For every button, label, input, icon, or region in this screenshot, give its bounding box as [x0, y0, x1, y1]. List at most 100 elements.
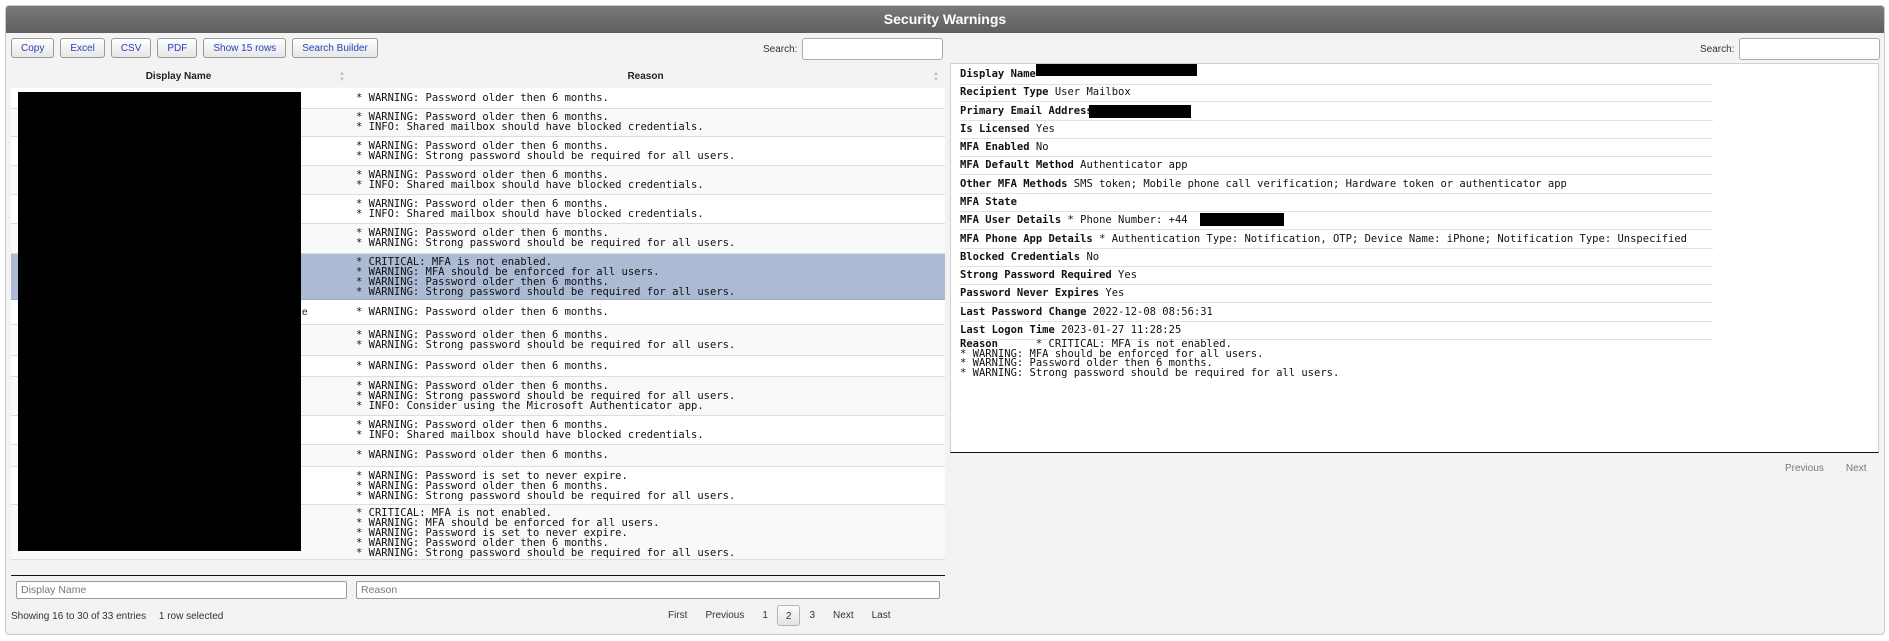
- detail-value: 2022-12-08 08:56:31: [1092, 306, 1213, 318]
- detail-value: 2023-01-27 11:28:25: [1061, 324, 1182, 336]
- detail-key: Other MFA Methods: [960, 178, 1068, 190]
- detail-key: Password Never Expires: [960, 287, 1100, 299]
- detail-search: Search:: [1700, 38, 1881, 60]
- detail-row-is-licensed: Is Licensed Yes: [960, 121, 1713, 139]
- detail-row-recipient-type: Recipient Type User Mailbox: [960, 84, 1713, 102]
- table-search: Search:: [763, 38, 944, 60]
- detail-row-primary-email: Primary Email Address: [960, 102, 1713, 121]
- reason-cell: * WARNING: Password older then 6 months.…: [356, 169, 704, 191]
- reason-cell: * WARNING: Password older then 6 months.: [356, 306, 609, 318]
- reason-cell: * WARNING: Password older then 6 months.…: [356, 140, 736, 162]
- detail-key: MFA Enabled: [960, 141, 1030, 153]
- sort-icon[interactable]: ▲ ▼: [933, 71, 939, 83]
- selection-info: 1 row selected: [158, 611, 224, 622]
- detail-row-blocked-credentials: Blocked Credentials No: [960, 249, 1713, 267]
- reason-cell: * WARNING: Password older then 6 months.…: [356, 227, 736, 249]
- detail-key: MFA State: [960, 196, 1017, 208]
- table-search-label: Search:: [763, 43, 798, 55]
- detail-value: Authenticator app: [1080, 159, 1188, 171]
- detail-value: * Phone Number: +44: [1067, 214, 1188, 226]
- table-footer: [11, 575, 945, 599]
- detail-key: Primary Email Address: [960, 105, 1093, 117]
- detail-key: Blocked Credentials: [960, 251, 1081, 263]
- detail-reason-value: * CRITICAL: MFA is not enabled. * WARNIN…: [960, 338, 1340, 379]
- detail-pagination: Previous Next: [1774, 463, 1877, 474]
- detail-key: MFA User Details: [960, 214, 1062, 226]
- pdf-button[interactable]: PDF: [157, 38, 198, 58]
- previous-page-button[interactable]: Previous: [696, 605, 753, 626]
- copy-button[interactable]: Copy: [11, 38, 55, 58]
- entries-info: Showing 16 to 30 of 33 entries: [11, 611, 147, 622]
- reason-cell: * WARNING: Password older then 6 months.: [356, 360, 609, 372]
- detail-key: Last Password Change: [960, 306, 1087, 318]
- detail-key: MFA Default Method: [960, 159, 1074, 171]
- excel-button[interactable]: Excel: [60, 38, 105, 58]
- page-3-button[interactable]: 3: [800, 605, 824, 626]
- reason-cell: * WARNING: Password older then 6 months.…: [356, 111, 704, 133]
- detail-key: Recipient Type: [960, 86, 1049, 98]
- search-builder-button[interactable]: Search Builder: [292, 38, 378, 58]
- display-name-filter-input[interactable]: [16, 581, 347, 599]
- detail-key: Last Logon Time: [960, 324, 1055, 336]
- table-pagination: First Previous 1 2 3 Next Last: [659, 605, 900, 626]
- detail-value: * Authentication Type: Notification, OTP…: [1099, 233, 1687, 245]
- detail-row-mfa-enabled: MFA Enabled No: [960, 139, 1713, 157]
- show-rows-button[interactable]: Show 15 rows: [203, 38, 287, 58]
- csv-button[interactable]: CSV: [110, 38, 152, 58]
- detail-value: No: [1086, 251, 1100, 263]
- table-info: Showing 16 to 30 of 33 entries 1 row sel…: [11, 611, 223, 622]
- detail-row-other-mfa-methods: Other MFA Methods SMS token; Mobile phon…: [960, 175, 1713, 194]
- page-2-button[interactable]: 2: [776, 605, 801, 626]
- detail-row-mfa-default-method: MFA Default Method Authenticator app: [960, 157, 1713, 175]
- sort-icon[interactable]: ▲ ▼: [339, 71, 345, 83]
- detail-row-password-never-expires: Password Never Expires Yes: [960, 285, 1713, 303]
- detail-value: Yes: [1035, 123, 1055, 135]
- detail-value: Yes: [1105, 287, 1125, 299]
- detail-row-mfa-phone-app-details: MFA Phone App Details * Authentication T…: [960, 230, 1713, 249]
- reason-cell: * WARNING: Password older then 6 months.: [356, 92, 609, 104]
- table-header: Display Name ▲ ▼ Reason ▲ ▼: [11, 67, 945, 89]
- redacted-phone-number: [1200, 213, 1284, 226]
- window-title: Security Warnings: [6, 6, 1884, 33]
- reason-cell: * CRITICAL: MFA is not enabled. * WARNIN…: [356, 256, 736, 298]
- detail-row-strong-password-required: Strong Password Required Yes: [960, 267, 1713, 285]
- detail-row-reason: Reason * CRITICAL: MFA is not enabled. *…: [960, 338, 1340, 379]
- reason-filter-input[interactable]: [356, 581, 940, 599]
- detail-next-button[interactable]: Next: [1835, 463, 1878, 474]
- detail-value: No: [1035, 141, 1049, 153]
- detail-row-last-password-change: Last Password Change 2022-12-08 08:56:31: [960, 303, 1713, 322]
- column-header-label: Reason: [627, 71, 664, 82]
- detail-key: Display Name: [960, 68, 1036, 80]
- redacted-email: [1089, 105, 1191, 118]
- detail-row-mfa-state: MFA State: [960, 194, 1713, 212]
- reason-cell: * WARNING: Password older then 6 months.: [356, 449, 609, 461]
- table-search-input[interactable]: [802, 38, 944, 60]
- last-page-button[interactable]: Last: [863, 605, 900, 626]
- column-header-reason[interactable]: Reason: [346, 67, 945, 88]
- column-header-display-name[interactable]: Display Name: [11, 67, 346, 88]
- reason-cell: * WARNING: Password older then 6 months.…: [356, 198, 704, 220]
- detail-search-input[interactable]: [1739, 38, 1881, 60]
- detail-key: Is Licensed: [960, 123, 1030, 135]
- detail-row-mfa-user-details: MFA User Details * Phone Number: +44: [960, 212, 1713, 230]
- detail-key: Strong Password Required: [960, 269, 1112, 281]
- detail-value: User Mailbox: [1054, 86, 1131, 98]
- column-header-label: Display Name: [145, 71, 212, 82]
- redacted-display-name: [1036, 64, 1197, 76]
- export-toolbar: Copy Excel CSV PDF Show 15 rows Search B…: [11, 38, 378, 58]
- next-page-button[interactable]: Next: [824, 605, 863, 626]
- security-warnings-panel: Security Warnings Copy Excel CSV PDF Sho…: [5, 5, 1885, 635]
- reason-cell: * WARNING: Password is set to never expi…: [356, 470, 736, 502]
- reason-cell: * WARNING: Password older then 6 months.…: [356, 419, 704, 441]
- detail-key: MFA Phone App Details: [960, 233, 1093, 245]
- detail-value: Yes: [1118, 269, 1138, 281]
- display-name-fragment: e: [302, 307, 308, 318]
- detail-search-label: Search:: [1700, 43, 1735, 55]
- first-page-button[interactable]: First: [659, 605, 696, 626]
- page-1-button[interactable]: 1: [753, 605, 777, 626]
- redacted-display-names: [18, 92, 301, 551]
- reason-cell: * WARNING: Password older then 6 months.…: [356, 329, 736, 351]
- detail-previous-button[interactable]: Previous: [1774, 463, 1835, 474]
- reason-cell: * WARNING: Password older then 6 months.…: [356, 380, 736, 412]
- detail-value: SMS token; Mobile phone call verificatio…: [1073, 178, 1567, 190]
